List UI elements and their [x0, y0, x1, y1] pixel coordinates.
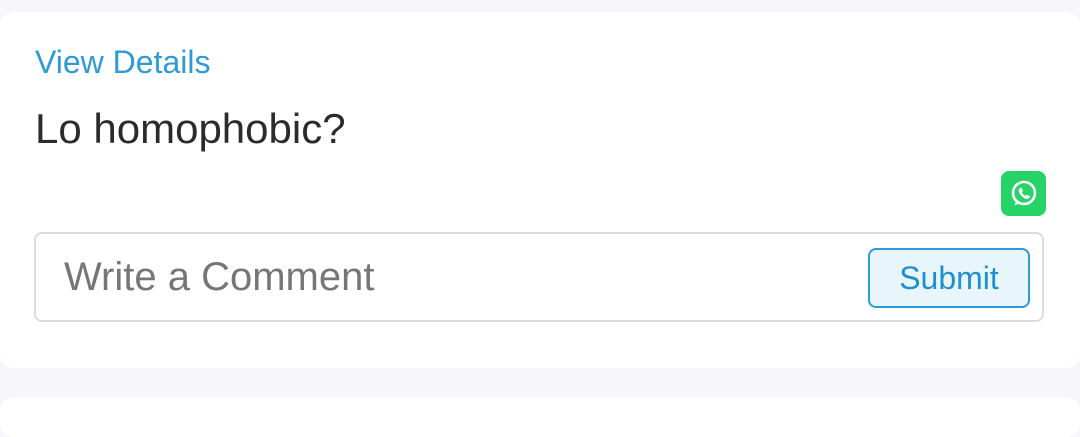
comment-input[interactable] — [64, 234, 864, 320]
comment-box: Submit — [34, 232, 1044, 322]
whatsapp-icon — [1011, 180, 1036, 205]
submit-button[interactable]: Submit — [868, 248, 1030, 308]
question-card: View Details Lo homophobic? Submit — [0, 12, 1080, 368]
question-text: Lo homophobic? — [35, 105, 346, 152]
view-details-link[interactable]: View Details — [35, 42, 210, 82]
next-card — [0, 397, 1080, 437]
whatsapp-share-button[interactable] — [1001, 171, 1046, 216]
